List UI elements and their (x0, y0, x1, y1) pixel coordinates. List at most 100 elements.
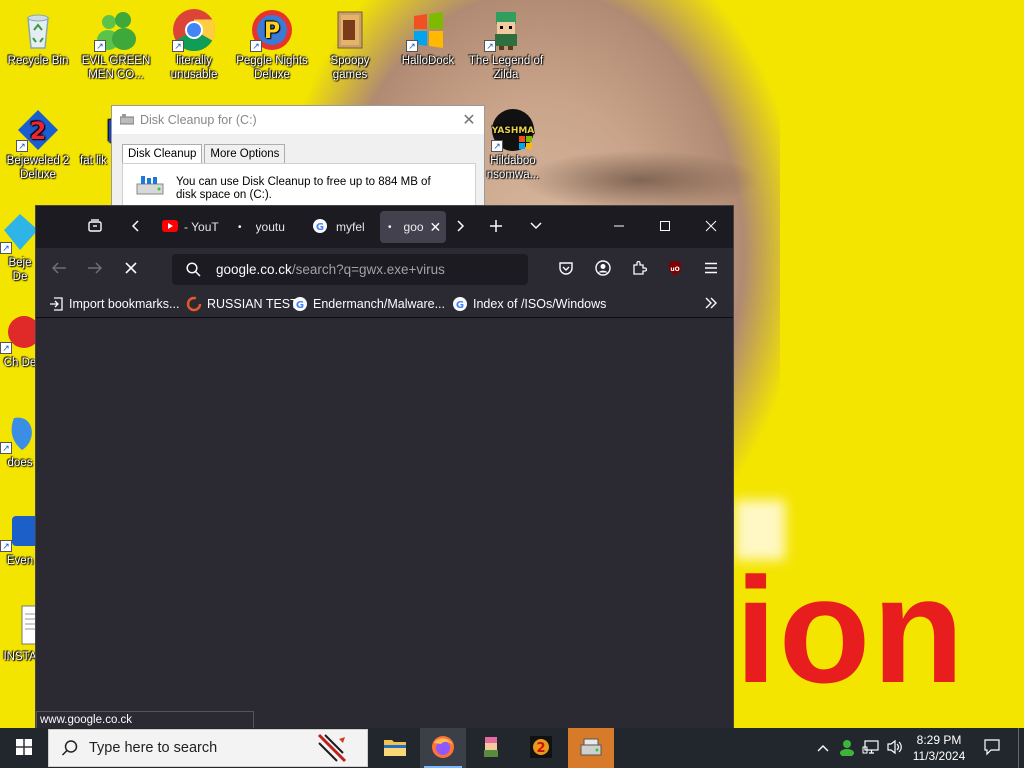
url-text: google.co.ck/search?q=gwx.exe+virus (216, 262, 445, 277)
minimize-button[interactable] (596, 206, 642, 248)
new-tab-button[interactable] (481, 212, 511, 242)
desktop-icon-recycle-bin[interactable]: Recycle Bin (0, 8, 76, 68)
desktop-icon-hildaboo[interactable]: YASHMA ↗ Hildaboo nsomwa... (478, 108, 548, 182)
volume-button[interactable] (884, 728, 906, 768)
tab-myfel[interactable]: G myfel (304, 211, 376, 243)
svg-text:G: G (316, 222, 324, 233)
taskbar-bejeweled[interactable]: 2 (518, 728, 564, 768)
red-ball-icon: ↗ (0, 310, 40, 354)
bookmark-russian-test[interactable]: RUSSIAN TEST (186, 294, 298, 314)
notification-icon (983, 738, 1001, 759)
tab-disk-cleanup[interactable]: Disk Cleanup (122, 144, 203, 165)
network-button[interactable] (860, 728, 882, 768)
taskbar-search-box[interactable]: Type here to search (48, 729, 368, 767)
puzzle-icon (631, 260, 648, 279)
account-button[interactable] (588, 254, 618, 284)
tray-app-button[interactable] (836, 728, 858, 768)
shortcut-arrow-icon: ↗ (484, 40, 496, 52)
firefox-view-button[interactable] (80, 212, 110, 242)
disk-cleanup-titlebar[interactable]: Disk Cleanup for (C:) ✕ (112, 106, 484, 134)
page-content[interactable]: www.google.co.ck (36, 319, 733, 729)
google-icon: G (452, 296, 468, 312)
pocket-icon (558, 260, 574, 279)
app-menu-button[interactable] (696, 254, 726, 284)
desktop-icon-legend-of-zilda[interactable]: ↗ The Legend of Zilda (468, 8, 544, 82)
ublock-origin-button[interactable]: uO (660, 254, 690, 284)
desktop-icon-bejeweled-deluxe[interactable]: ↗ Beje De (0, 210, 40, 284)
pocket-button[interactable] (551, 254, 581, 284)
tab-title: myfel (336, 220, 365, 234)
bookmark-import[interactable]: Import bookmarks... (48, 294, 179, 314)
windows-logo-icon: ↗ (406, 8, 450, 52)
desktop-icon-spoopy-games[interactable]: Spoopy games (312, 8, 388, 82)
shortcut-arrow-icon: ↗ (0, 442, 12, 454)
double-chevron-right-icon (704, 297, 718, 312)
desktop-icon-label: Peggle Nights Deluxe (236, 55, 308, 81)
start-button[interactable] (0, 728, 48, 768)
green-men-icon: ↗ (94, 8, 138, 52)
disk-cleanup-window[interactable]: Disk Cleanup for (C:) ✕ Disk Cleanup Mor… (111, 105, 485, 215)
desktop-icon-even[interactable]: ↗ Even (0, 508, 40, 568)
taskbar-zilda-app[interactable] (468, 728, 514, 768)
tab-youtu[interactable]: • youtu (228, 211, 302, 243)
russian-test-icon (186, 296, 202, 312)
bookmark-endermanch-malware[interactable]: G Endermanch/Malware... (292, 294, 445, 314)
tab-youtube[interactable]: - YouT (154, 211, 226, 243)
list-all-tabs-button[interactable] (521, 212, 551, 242)
show-hidden-icons-button[interactable] (812, 728, 834, 768)
arrow-right-icon (87, 261, 103, 278)
action-center-button[interactable] (976, 728, 1008, 768)
network-icon (862, 739, 880, 758)
bookmarks-overflow-button[interactable] (704, 294, 718, 314)
close-icon (705, 220, 717, 235)
taskbar-disk-cleanup[interactable] (568, 728, 614, 768)
tab-title: goo (403, 220, 424, 234)
firefox-window[interactable]: - YouT • youtu G myfel • goo ✕ google.co… (35, 205, 734, 729)
taskbar-firefox[interactable] (420, 728, 466, 768)
disk-cleanup-tabs: Disk Cleanup More Options (112, 134, 484, 165)
svg-text:uO: uO (670, 266, 679, 273)
google-icon: G (312, 218, 328, 237)
desktop-icon-peggle[interactable]: P ↗ Peggle Nights Deluxe (234, 8, 310, 82)
close-window-button[interactable] (688, 206, 734, 248)
stop-loading-button[interactable] (116, 254, 146, 284)
folder-icon (383, 737, 407, 760)
desktop-icon-label: EVIL GREEN MEN CO... (81, 55, 151, 81)
desktop-icon-hallodock[interactable]: ↗ HalloDock (390, 8, 466, 68)
close-tab-icon[interactable]: ✕ (430, 219, 442, 236)
url-bar[interactable]: google.co.ck/search?q=gwx.exe+virus (172, 254, 528, 285)
desktop-icon-evil-green-men[interactable]: ↗ EVIL GREEN MEN CO... (78, 8, 154, 82)
shortcut-arrow-icon: ↗ (0, 540, 12, 552)
bejeweled-icon: 2 ↗ (16, 108, 60, 152)
desktop-icon-chuzzle[interactable]: ↗ Ch De (0, 310, 40, 370)
desktop-icon-fat-lik[interactable]: N fat lik (64, 108, 131, 168)
desktop-icon-literally-unusable[interactable]: ↗ literally unusable (156, 8, 232, 82)
bookmark-index-isos-windows[interactable]: G Index of /ISOs/Windows (452, 294, 606, 314)
green-men-icon (838, 738, 856, 759)
desktop-icon-does[interactable]: ↗ does (0, 410, 40, 470)
forward-button[interactable] (80, 254, 110, 284)
show-desktop-button[interactable] (1018, 728, 1024, 768)
desktop-icon-label: The Legend of Zilda (468, 55, 544, 81)
disk-cleanup-message: You can use Disk Cleanup to free up to 8… (176, 176, 431, 201)
back-button[interactable] (44, 254, 74, 284)
tab-more-options[interactable]: More Options (204, 144, 286, 165)
clock-date: 11/3/2024 (912, 749, 966, 763)
scroll-tabs-left-button[interactable] (122, 212, 150, 242)
svg-text:2: 2 (536, 741, 545, 756)
shortcut-arrow-icon: ↗ (0, 342, 12, 354)
close-icon[interactable]: ✕ (454, 110, 484, 130)
desktop-icon-label: does (7, 457, 33, 469)
firefox-icon (431, 735, 455, 762)
desktop-icon-label: Ch De (3, 357, 37, 369)
taskbar-file-explorer[interactable] (372, 728, 418, 768)
scroll-tabs-right-button[interactable] (446, 212, 474, 242)
clock[interactable]: 8:29 PM 11/3/2024 (908, 728, 970, 768)
tab-google-active[interactable]: • goo ✕ (380, 211, 446, 243)
dot-icon: • (388, 221, 392, 233)
maximize-button[interactable] (642, 206, 688, 248)
extensions-button[interactable] (624, 254, 654, 284)
desktop-icon-install[interactable]: INSTA (0, 604, 40, 664)
chevron-left-icon (130, 219, 142, 236)
clock-time: 8:29 PM (916, 733, 962, 747)
